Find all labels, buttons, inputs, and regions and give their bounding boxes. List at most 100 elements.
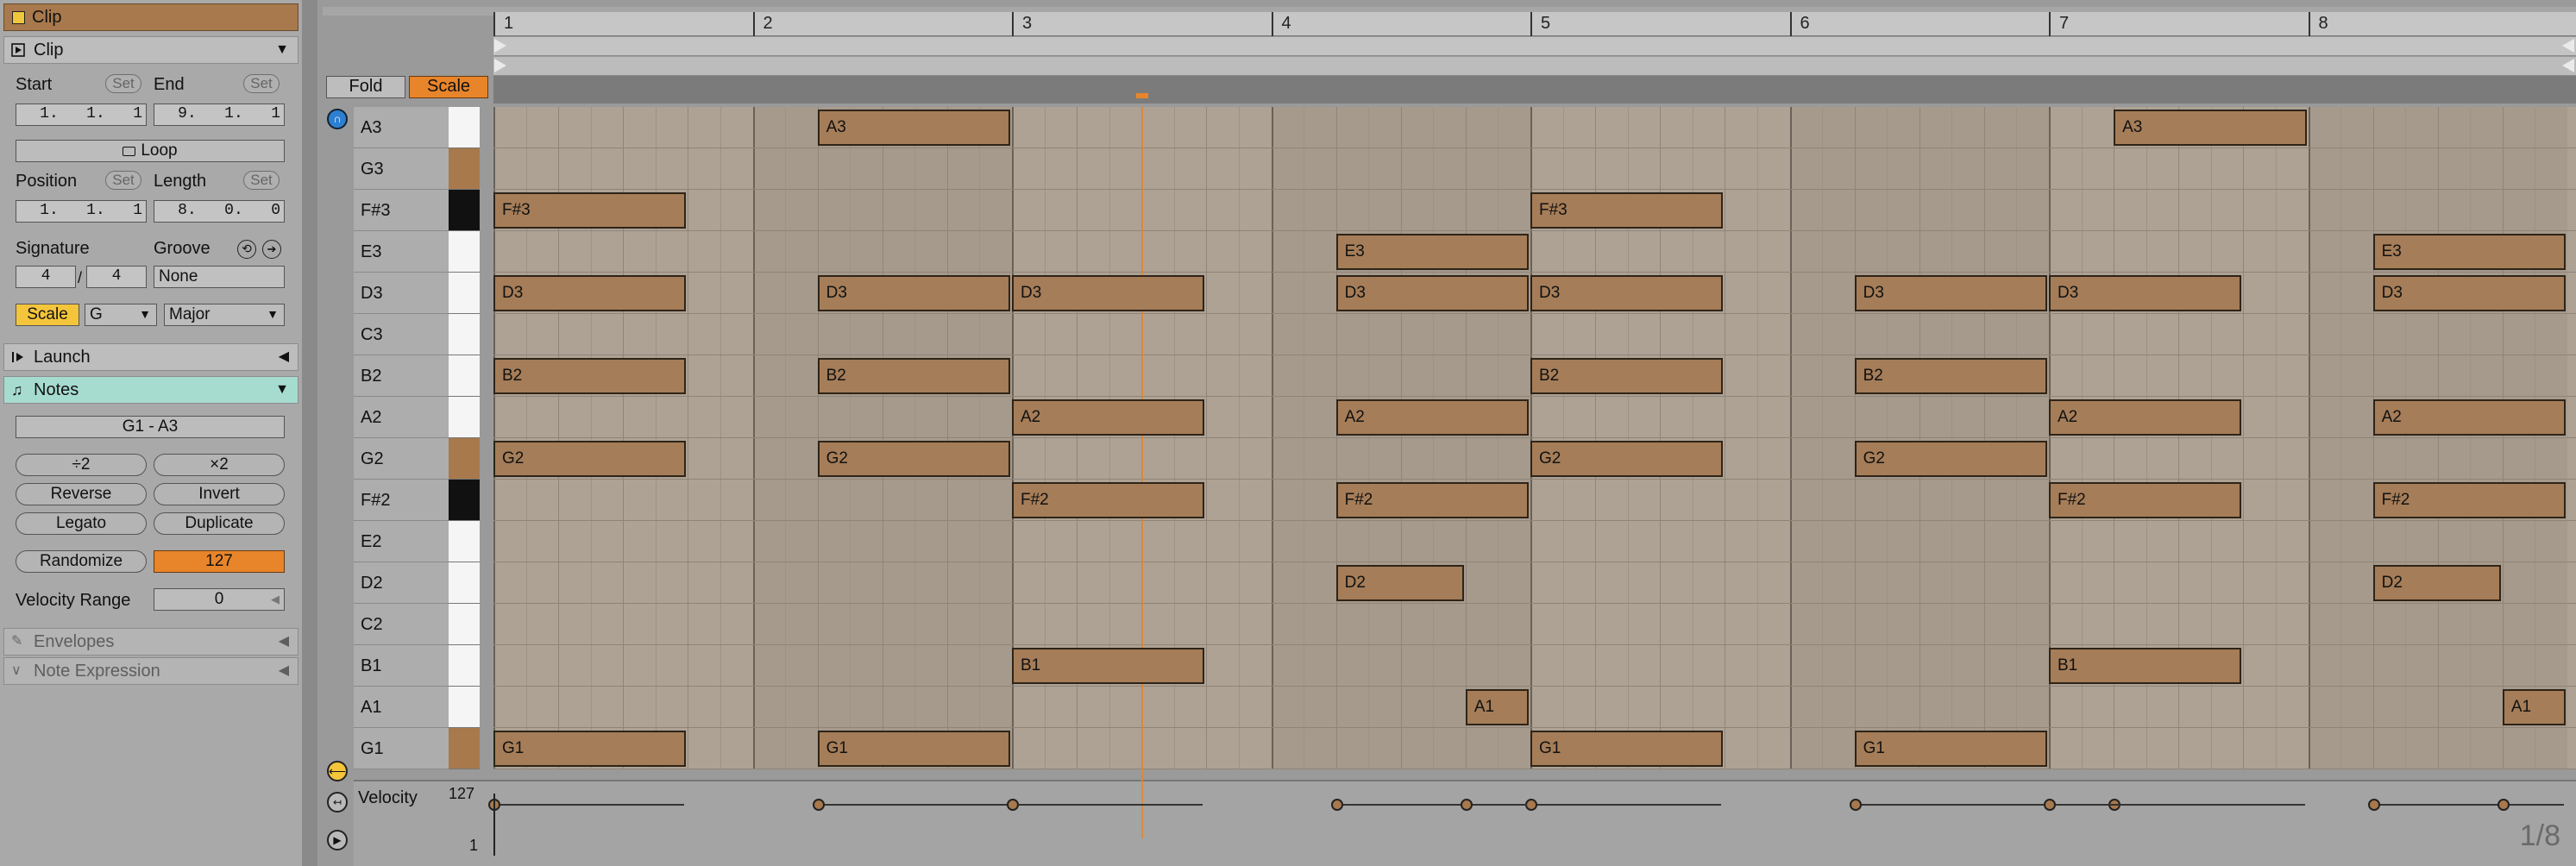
midi-note[interactable]: A2: [2372, 399, 2566, 436]
loop-start-icon[interactable]: [494, 59, 506, 72]
piano-key[interactable]: [449, 231, 480, 273]
clip-section-header[interactable]: Clip ▼: [3, 36, 298, 64]
piano-key[interactable]: [449, 107, 480, 148]
midi-note[interactable]: F#2: [2372, 482, 2566, 518]
groove-hot-swap-icon[interactable]: ⟲: [237, 240, 256, 259]
length-set-button[interactable]: Set: [243, 171, 280, 190]
piano-key[interactable]: [449, 645, 480, 687]
velocity-dot[interactable]: [1330, 799, 1343, 811]
reverse-button[interactable]: Reverse: [16, 483, 147, 505]
midi-note[interactable]: F#2: [2049, 482, 2242, 518]
velocity-lane-toggle-icon[interactable]: ↤: [327, 792, 348, 813]
midi-note[interactable]: A3: [817, 110, 1010, 146]
midi-note[interactable]: A1: [1465, 689, 1529, 725]
scale-mode-select[interactable]: Major ▼: [164, 304, 285, 326]
midi-note[interactable]: F#2: [1012, 482, 1205, 518]
midi-note[interactable]: B1: [2049, 648, 2242, 684]
loop-end-icon[interactable]: [2562, 59, 2574, 72]
position-field[interactable]: 1. 1. 1: [16, 200, 147, 223]
piano-key[interactable]: [449, 273, 480, 314]
randomize-amount[interactable]: 127: [154, 550, 285, 573]
end-field[interactable]: 9. 1. 1: [154, 104, 285, 126]
panel-divider[interactable]: [302, 0, 317, 866]
end-set-button[interactable]: Set: [243, 74, 280, 93]
midi-note[interactable]: D3: [1530, 275, 1724, 311]
start-set-button[interactable]: Set: [105, 74, 141, 93]
velocity-dot[interactable]: [812, 799, 825, 811]
velocity-dot[interactable]: [1525, 799, 1537, 811]
length-field[interactable]: 8. 0. 0: [154, 200, 285, 223]
velocity-dot[interactable]: [1460, 799, 1473, 811]
midi-note[interactable]: G1: [1530, 731, 1724, 767]
midi-note[interactable]: G2: [493, 441, 687, 477]
midi-note[interactable]: E3: [1335, 234, 1529, 270]
signature-numerator[interactable]: 4: [16, 266, 76, 288]
midi-note[interactable]: E3: [2372, 234, 2566, 270]
velocity-dot[interactable]: [1849, 799, 1862, 811]
midi-note[interactable]: D3: [493, 275, 687, 311]
preview-headphones-icon[interactable]: ∩: [327, 109, 348, 129]
invert-button[interactable]: Invert: [154, 483, 285, 505]
piano-key[interactable]: [449, 397, 480, 438]
midi-note[interactable]: F#3: [1530, 192, 1724, 229]
midi-note[interactable]: D2: [2372, 565, 2501, 601]
midi-note[interactable]: A2: [2049, 399, 2242, 436]
midi-note[interactable]: B1: [1012, 648, 1205, 684]
expand-triangle-icon[interactable]: ◀: [279, 629, 289, 655]
piano-key[interactable]: [449, 521, 480, 562]
midi-note[interactable]: D3: [2372, 275, 2566, 311]
midi-note[interactable]: B2: [1854, 358, 2047, 394]
velocity-range-field[interactable]: 0 ◀: [154, 588, 285, 611]
midi-note[interactable]: F#2: [1335, 482, 1529, 518]
scale-root-select[interactable]: G ▼: [85, 304, 157, 326]
envelopes-section-header[interactable]: ✎ Envelopes ◀: [3, 628, 298, 656]
piano-key[interactable]: [449, 148, 480, 190]
halve-button[interactable]: ÷2: [16, 454, 147, 476]
editor-scale-button[interactable]: Scale: [409, 76, 488, 98]
midi-note[interactable]: G2: [1530, 441, 1724, 477]
collapse-triangle-icon[interactable]: ▼: [275, 37, 289, 63]
midi-note[interactable]: A2: [1012, 399, 1205, 436]
velocity-dot[interactable]: [1007, 799, 1019, 811]
end-marker-icon[interactable]: [2562, 39, 2574, 53]
start-field[interactable]: 1. 1. 1: [16, 104, 147, 126]
scale-toggle[interactable]: Scale: [16, 304, 79, 326]
midi-note[interactable]: B2: [493, 358, 687, 394]
velocity-dot[interactable]: [2044, 799, 2056, 811]
duplicate-button[interactable]: Duplicate: [154, 512, 285, 535]
beat-time-ruler[interactable]: [493, 12, 2576, 36]
velocity-dot[interactable]: [2497, 799, 2510, 811]
loop-button[interactable]: Loop: [16, 140, 285, 162]
loop-brace-strip[interactable]: [493, 37, 2576, 56]
signature-denominator[interactable]: 4: [86, 266, 147, 288]
piano-key[interactable]: [449, 190, 480, 231]
loop-bar[interactable]: [493, 57, 2576, 76]
double-button[interactable]: ×2: [154, 454, 285, 476]
piano-key[interactable]: [449, 604, 480, 645]
midi-note[interactable]: A3: [2114, 110, 2307, 146]
piano-key[interactable]: [449, 728, 480, 769]
groove-commit-icon[interactable]: ➔: [262, 240, 281, 259]
midi-note[interactable]: D3: [817, 275, 1010, 311]
position-set-button[interactable]: Set: [105, 171, 141, 190]
midi-note[interactable]: B2: [1530, 358, 1724, 394]
piano-key[interactable]: [449, 438, 480, 480]
start-marker-icon[interactable]: [494, 39, 506, 53]
midi-note[interactable]: D2: [1335, 565, 1464, 601]
notes-section-header[interactable]: ♫ Notes ▼: [3, 376, 298, 404]
legato-button[interactable]: Legato: [16, 512, 147, 535]
midi-note[interactable]: D3: [1012, 275, 1205, 311]
midi-note[interactable]: B2: [817, 358, 1010, 394]
midi-note[interactable]: F#3: [493, 192, 687, 229]
note-expression-section-header[interactable]: ∨ Note Expression ◀: [3, 657, 298, 685]
launch-section-header[interactable]: Launch ◀: [3, 343, 298, 371]
piano-key[interactable]: [449, 562, 480, 604]
midi-note[interactable]: A1: [2502, 689, 2566, 725]
midi-note[interactable]: D3: [1335, 275, 1529, 311]
fold-to-scale-icon[interactable]: ⟵: [327, 761, 348, 781]
midi-note[interactable]: G1: [1854, 731, 2047, 767]
groove-select[interactable]: None: [154, 266, 285, 288]
clip-title-bar[interactable]: Clip: [3, 3, 298, 31]
expand-lane-icon[interactable]: ▶: [327, 830, 348, 850]
scrub-area[interactable]: [493, 76, 2576, 104]
